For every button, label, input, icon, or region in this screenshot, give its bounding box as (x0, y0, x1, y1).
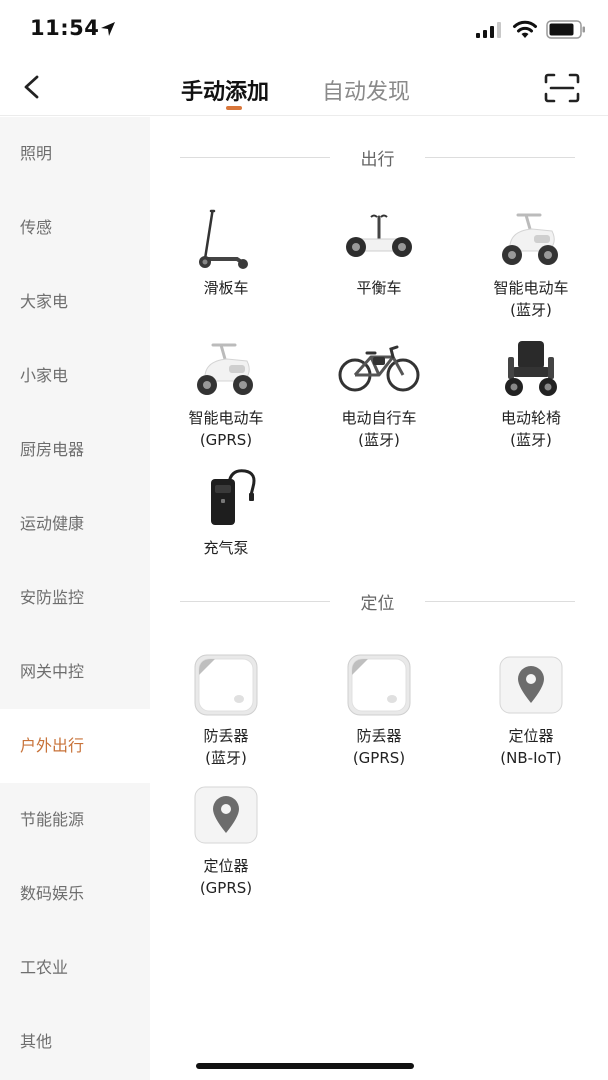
device-e-moped-bluetooth[interactable]: 智能电动车 (蓝牙) (471, 205, 591, 321)
device-connectivity: (蓝牙) (510, 301, 552, 319)
section-header-positioning: 定位 (180, 589, 575, 614)
sidebar-item-sensors[interactable]: 传感 (0, 191, 150, 265)
cellular-signal-icon (476, 22, 501, 38)
device-name: 智能电动车 (188, 409, 264, 427)
sidebar-item-industry-agriculture[interactable]: 工农业 (0, 931, 150, 1005)
device-locator-gprs[interactable]: 定位器 (GPRS) (166, 783, 286, 899)
device-name: 定位器 (508, 727, 554, 745)
device-name: 平衡车 (356, 279, 402, 297)
sidebar-item-lighting[interactable]: 照明 (0, 117, 150, 191)
sidebar-item-kitchen[interactable]: 厨房电器 (0, 413, 150, 487)
device-grid: 出行 滑板车 平衡车 智能电动车 (蓝牙) 智能电动车 (GPRS) 电动自行车… (150, 117, 608, 1080)
device-scooter[interactable]: 滑板车 (166, 205, 286, 299)
nav-bar: 手动添加 自动发现 (0, 58, 608, 116)
scooter-icon (191, 205, 261, 271)
sidebar-item-large-appliances[interactable]: 大家电 (0, 265, 150, 339)
e-moped-icon (496, 205, 566, 271)
device-name: 定位器 (203, 857, 249, 875)
status-bar: 11:54 (0, 0, 608, 58)
device-e-wheelchair[interactable]: 电动轮椅 (蓝牙) (471, 335, 591, 451)
active-tab-indicator (226, 106, 242, 110)
home-indicator[interactable] (196, 1063, 414, 1069)
device-anti-lost-gprs[interactable]: 防丢器 (GPRS) (319, 653, 439, 769)
divider (425, 157, 575, 158)
device-connectivity: (GPRS) (199, 879, 253, 897)
anti-lost-tag-icon (344, 653, 414, 719)
balance-scooter-icon (344, 205, 414, 271)
anti-lost-tag-icon (191, 653, 261, 719)
scan-icon[interactable] (543, 72, 581, 104)
device-connectivity: (蓝牙) (358, 431, 400, 449)
device-connectivity: (蓝牙) (205, 749, 247, 767)
device-connectivity: (GPRS) (352, 749, 406, 767)
device-e-bike[interactable]: 电动自行车 (蓝牙) (319, 335, 439, 451)
location-arrow-icon (101, 22, 115, 36)
sidebar-item-security[interactable]: 安防监控 (0, 561, 150, 635)
sidebar-item-outdoor-travel[interactable]: 户外出行 (0, 709, 150, 783)
device-name: 滑板车 (203, 279, 249, 297)
device-air-pump[interactable]: 充气泵 (166, 465, 286, 559)
wifi-icon (513, 20, 537, 38)
sidebar-item-fitness[interactable]: 运动健康 (0, 487, 150, 561)
locator-icon (191, 783, 261, 849)
device-name: 充气泵 (203, 539, 249, 557)
sidebar-item-gateway[interactable]: 网关中控 (0, 635, 150, 709)
tab-auto-discover[interactable]: 自动发现 (322, 74, 410, 106)
sidebar-item-digital-entertainment[interactable]: 数码娱乐 (0, 857, 150, 931)
device-name: 电动轮椅 (500, 409, 561, 427)
air-pump-icon (191, 465, 261, 531)
device-connectivity: (蓝牙) (510, 431, 552, 449)
sidebar-item-other[interactable]: 其他 (0, 1005, 150, 1079)
device-name: 防丢器 (203, 727, 249, 745)
device-connectivity: (NB-IoT) (500, 749, 562, 767)
sidebar-item-small-appliances[interactable]: 小家电 (0, 339, 150, 413)
device-name: 电动自行车 (341, 409, 417, 427)
section-header-travel: 出行 (180, 145, 575, 170)
device-e-moped-gprs[interactable]: 智能电动车 (GPRS) (166, 335, 286, 451)
divider (425, 601, 575, 602)
tab-manual-add[interactable]: 手动添加 (181, 74, 269, 106)
device-name: 防丢器 (356, 727, 402, 745)
device-balance-scooter[interactable]: 平衡车 (319, 205, 439, 299)
category-sidebar: 照明 传感 大家电 小家电 厨房电器 运动健康 安防监控 网关中控 户外出行 节… (0, 117, 150, 1080)
locator-icon (496, 653, 566, 719)
back-chevron-icon[interactable] (18, 72, 46, 102)
device-locator-nb-iot[interactable]: 定位器 (NB-IoT) (471, 653, 591, 769)
battery-icon (546, 20, 585, 39)
sidebar-item-energy[interactable]: 节能能源 (0, 783, 150, 857)
device-connectivity: (GPRS) (199, 431, 253, 449)
status-time: 11:54 (30, 16, 100, 40)
e-moped-icon (191, 335, 261, 401)
e-bike-icon (337, 335, 421, 401)
wheelchair-icon (496, 335, 566, 401)
device-name: 智能电动车 (493, 279, 569, 297)
device-anti-lost-bluetooth[interactable]: 防丢器 (蓝牙) (166, 653, 286, 769)
